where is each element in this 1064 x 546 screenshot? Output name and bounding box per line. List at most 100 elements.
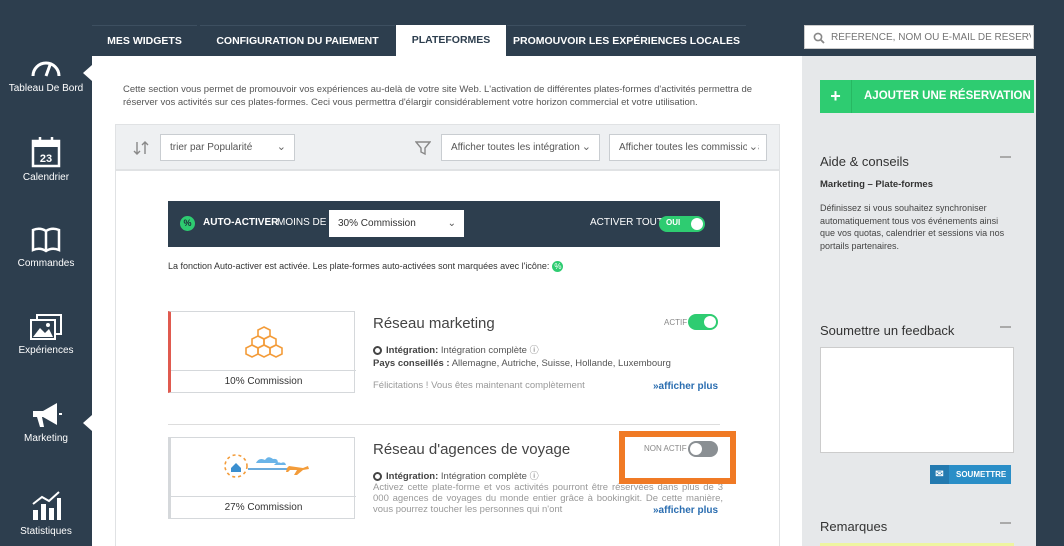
sidebar: Tableau De Bord 23 Calendrier Commandes … [0, 0, 92, 546]
platform-card-marketing[interactable]: 10% Commission [168, 311, 356, 393]
auto-activate-bar: % AUTO-ACTIVER MOINS DE 30% Commission ⌄ … [168, 201, 720, 247]
chevron-down-icon: ⌄ [579, 135, 591, 160]
megaphone-icon [33, 403, 62, 427]
auto-activate-note-text: La fonction Auto-activer est activée. Le… [168, 261, 550, 271]
travel-agency-logo [224, 454, 309, 478]
integration-filter-value: Afficher toutes les intégrations [451, 142, 585, 153]
auto-activated-icon: % [552, 261, 564, 273]
intro-text: Cette section vous permet de promouvoir … [123, 84, 753, 108]
tab-promote-local[interactable]: PROMOUVOIR LES EXPÉRIENCES LOCALES [507, 25, 746, 56]
sidebar-item-label: Expériences [18, 345, 74, 356]
book-icon [31, 227, 61, 253]
radio-icon [373, 471, 382, 481]
integration-label: Intégration: [386, 471, 439, 482]
platform-toggle-marketing[interactable] [688, 314, 718, 330]
auto-activate-label: AUTO-ACTIVER [203, 217, 279, 228]
platform-list: % AUTO-ACTIVER MOINS DE 30% Commission ⌄ … [115, 170, 780, 546]
countries-label: Pays conseillés : [373, 358, 450, 369]
remarks-title: Remarques [820, 519, 888, 534]
sidebar-item-label: Statistiques [20, 526, 72, 537]
collapse-help-icon[interactable] [1000, 156, 1011, 158]
sidebar-item-calendar[interactable]: 23 Calendrier [0, 136, 92, 183]
integration-filter-select[interactable]: Afficher toutes les intégrations ⌄ [441, 134, 600, 161]
tab-my-widgets[interactable]: MES WIDGETS [92, 25, 197, 56]
integration-value: Intégration complète [440, 345, 527, 356]
commission-filter-value: Afficher toutes les commissions [619, 142, 759, 153]
feedback-title: Soumettre un feedback [820, 323, 955, 338]
filter-icon [415, 141, 431, 156]
platform-toggle-travel-agencies[interactable] [688, 441, 718, 457]
percent-icon: % [180, 216, 195, 231]
show-more-link[interactable]: »afficher plus [649, 381, 719, 392]
help-title: Aide & conseils [820, 154, 909, 169]
submit-feedback-button[interactable]: ✉ SOUMETTRE [930, 465, 1011, 484]
info-icon: ⓘ [529, 345, 539, 355]
sidebar-item-experiences[interactable]: Expériences [0, 313, 92, 356]
auto-commission-value: 30% Commission [338, 218, 416, 229]
radio-icon [373, 345, 382, 355]
submit-label: SOUMETTRE [956, 470, 1007, 479]
show-more-link[interactable]: »afficher plus [649, 505, 719, 516]
toggle-knob [691, 218, 703, 230]
sidebar-item-marketing[interactable]: Marketing [0, 401, 92, 444]
platform-status: ACTIF [664, 318, 688, 327]
tab-payment-config[interactable]: CONFIGURATION DU PAIEMENT [200, 25, 395, 56]
calendar-icon: 23 [31, 137, 61, 168]
platform-description: Félicitations ! Vous êtes maintenant com… [373, 380, 585, 391]
active-indicator [83, 65, 92, 81]
sidebar-item-label: Calendrier [22, 172, 70, 183]
calendar-day: 23 [40, 153, 52, 165]
pictures-icon [30, 314, 62, 340]
sidebar-item-statistics[interactable]: Statistiques [0, 490, 92, 537]
activate-all-toggle[interactable]: OUI [659, 216, 705, 232]
sort-select[interactable]: trier par Popularité ⌄ [160, 134, 295, 161]
sidebar-item-dashboard[interactable]: Tableau De Bord [0, 55, 92, 94]
add-booking-label: AJOUTER UNE RÉSERVATION [864, 90, 1031, 102]
right-panel: + AJOUTER UNE RÉSERVATION Aide & conseil… [802, 56, 1036, 546]
collapse-feedback-icon[interactable] [1000, 326, 1011, 328]
auto-activate-less-than: MOINS DE [277, 217, 327, 228]
sort-select-value: trier par Popularité [170, 142, 253, 153]
right-edge-strip [1036, 56, 1064, 546]
chevron-down-icon: ⌄ [746, 135, 758, 160]
dashboard-icon [31, 61, 61, 77]
platform-integration: Intégration: Intégration complète ⓘ [373, 469, 539, 482]
sort-icon [133, 141, 149, 155]
auto-activate-note: La fonction Auto-activer est activée. Le… [168, 261, 564, 273]
platform-title: Réseau d'agences de voyage [373, 441, 571, 458]
network-hexagon-logo [245, 326, 283, 358]
tab-platforms[interactable]: PLATEFORMES [396, 25, 506, 56]
platform-status: NON ACTIF [644, 444, 687, 453]
chart-icon [32, 491, 61, 520]
commission-filter-select[interactable]: Afficher toutes les commissions ⌄ [609, 134, 767, 161]
chevron-down-icon: ⌄ [276, 141, 286, 153]
help-heading: Marketing – Plate-formes [820, 179, 933, 190]
integration-value: Intégration complète [440, 471, 527, 482]
sidebar-item-orders[interactable]: Commandes [0, 226, 92, 269]
add-booking-button[interactable]: + AJOUTER UNE RÉSERVATION [820, 80, 1034, 113]
active-indicator [83, 415, 92, 431]
countries-value: Allemagne, Autriche, Suisse, Hollande, L… [451, 358, 671, 369]
integration-label: Intégration: [386, 345, 439, 356]
search-input[interactable] [831, 28, 1031, 46]
sidebar-item-label: Tableau De Bord [8, 83, 84, 94]
platform-commission: 27% Commission [171, 496, 356, 518]
feedback-textarea[interactable] [820, 347, 1014, 453]
toggle-text: OUI [666, 218, 681, 227]
chevron-down-icon: ⌄ [447, 218, 456, 229]
platform-countries: Pays conseillés : Allemagne, Autriche, S… [373, 358, 671, 369]
platform-title: Réseau marketing [373, 315, 495, 332]
sidebar-item-label: Commandes [17, 258, 75, 269]
platform-card-travel-agencies[interactable]: 27% Commission [168, 437, 356, 519]
platform-integration: Intégration: Intégration complète ⓘ [373, 343, 539, 356]
collapse-remarks-icon[interactable] [1000, 522, 1011, 524]
auto-commission-select[interactable]: 30% Commission ⌄ [329, 210, 464, 237]
plus-icon: + [820, 80, 852, 113]
help-text: Définissez si vous souhaitez synchronise… [820, 203, 1005, 251]
toggle-knob [704, 316, 716, 328]
divider [168, 424, 720, 425]
toggle-knob [690, 443, 702, 455]
envelope-icon: ✉ [930, 465, 949, 484]
search-box [804, 25, 1034, 49]
search-icon [813, 32, 825, 44]
